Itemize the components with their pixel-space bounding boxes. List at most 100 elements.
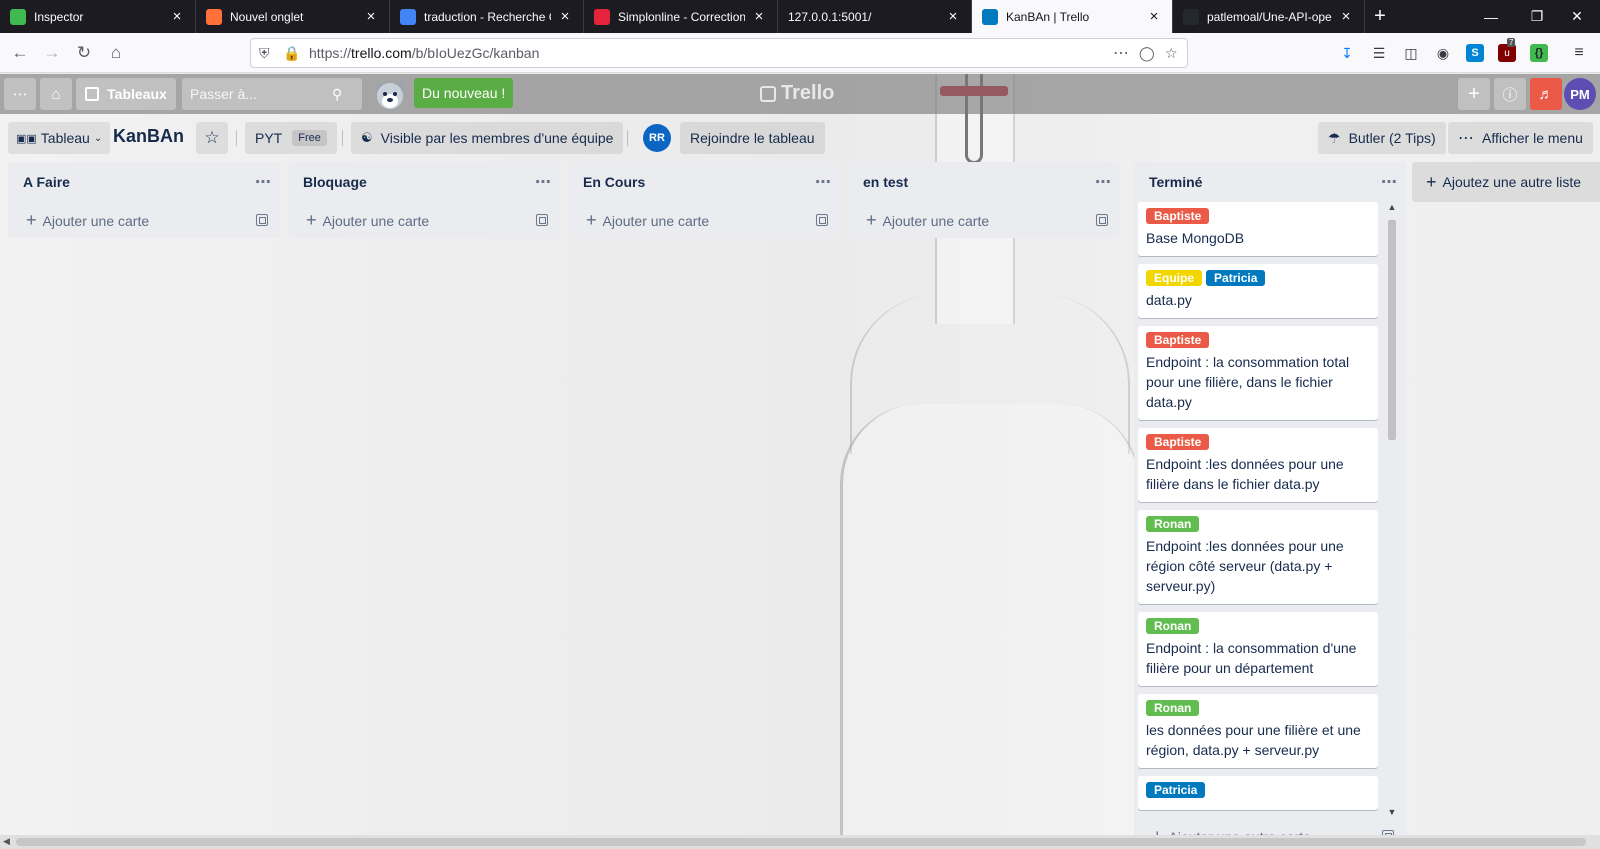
lock-icon[interactable]: 🔒 — [283, 45, 300, 62]
list-bloquage[interactable]: Bloquage ⋯ + Ajouter une carte — [288, 162, 560, 238]
card[interactable]: Equipe Patricia data.py — [1138, 264, 1378, 318]
browser-tab[interactable]: KanBAn | Trello × — [972, 0, 1173, 33]
card[interactable]: Ronan Endpoint : la consommation d'une fi… — [1138, 612, 1378, 686]
tab-close-icon[interactable]: × — [169, 8, 185, 25]
browser-tab[interactable]: Nouvel onglet × — [196, 0, 390, 33]
list-header[interactable]: Terminé ⋯ — [1134, 162, 1406, 202]
home-icon[interactable]: ⌂ — [40, 78, 72, 110]
minimize-icon[interactable]: — — [1468, 0, 1514, 33]
trello-logo[interactable]: Trello — [760, 82, 834, 105]
boards-button[interactable]: Tableaux — [76, 78, 176, 110]
list-title[interactable]: En Cours — [583, 174, 645, 190]
list-title[interactable]: Bloquage — [303, 174, 367, 190]
list-termine[interactable]: Terminé ⋯ Baptiste Base MongoDB Equipe Patr… — [1134, 162, 1406, 849]
list-en-cours[interactable]: En Cours ⋯ + Ajouter une carte — [568, 162, 840, 238]
team-button[interactable]: PYT Free — [245, 122, 337, 154]
new-tab-icon[interactable]: + — [1365, 0, 1395, 33]
card-template-icon[interactable] — [536, 214, 548, 226]
list-title[interactable]: en test — [863, 174, 908, 190]
list-a-faire[interactable]: A Faire ⋯ + Ajouter une carte — [8, 162, 280, 238]
notifications-bell-icon[interactable]: ♬ — [1530, 78, 1562, 110]
search-box[interactable]: ⚲ — [182, 78, 362, 110]
search-input[interactable] — [182, 86, 332, 102]
tab-close-icon[interactable]: × — [751, 8, 767, 25]
card[interactable]: Ronan Endpoint :les données pour une régi… — [1138, 510, 1378, 604]
url-bar[interactable]: ⛨ 🔒 https://trello.com/b/bIoUezGc/kanban… — [250, 38, 1188, 68]
list-menu-icon[interactable]: ⋯ — [1095, 172, 1112, 192]
forward-icon[interactable]: → — [38, 39, 66, 67]
scroll-left-icon[interactable]: ◀ — [3, 836, 10, 847]
tab-close-icon[interactable]: × — [1338, 8, 1354, 25]
browser-tab[interactable]: patlemoal/Une-API-openc × — [1173, 0, 1365, 33]
card-label[interactable]: Baptiste — [1146, 332, 1210, 348]
apps-grid-icon[interactable]: ⋯ — [4, 78, 36, 110]
skype-extension-icon[interactable]: S — [1466, 44, 1484, 62]
pocket-icon[interactable]: ◯ — [1139, 45, 1155, 62]
card-label[interactable]: Baptiste — [1146, 208, 1210, 224]
list-header[interactable]: A Faire ⋯ — [8, 162, 280, 202]
card-template-icon[interactable] — [1096, 214, 1108, 226]
browser-tab[interactable]: Simplonline - Correction c × — [584, 0, 778, 33]
card-list-scrollbar[interactable]: ▲ ▼ — [1386, 202, 1398, 817]
bookmark-star-icon[interactable]: ☆ — [1165, 45, 1178, 62]
card-label[interactable]: Ronan — [1146, 618, 1200, 634]
add-card-button[interactable]: + Ajouter une carte — [8, 202, 280, 238]
member-avatar[interactable]: RR — [643, 124, 671, 152]
close-window-icon[interactable]: ✕ — [1554, 0, 1600, 33]
user-avatar[interactable]: PM — [1564, 78, 1596, 110]
scroll-down-icon[interactable]: ▼ — [1386, 807, 1398, 817]
url-text[interactable]: https://trello.com/b/bIoUezGc/kanban — [309, 45, 539, 61]
add-card-button[interactable]: + Ajouter une carte — [288, 202, 560, 238]
create-plus-icon[interactable]: + — [1458, 78, 1490, 110]
back-icon[interactable]: ← — [6, 39, 34, 67]
tab-close-icon[interactable]: × — [557, 8, 573, 25]
card-label[interactable]: Ronan — [1146, 516, 1200, 532]
home-icon[interactable]: ⌂ — [102, 39, 130, 67]
taco-mascot-icon[interactable] — [372, 76, 408, 112]
star-board-icon[interactable]: ☆ — [196, 122, 228, 154]
add-list-button[interactable]: + Ajoutez une autre liste — [1412, 162, 1600, 202]
download-icon[interactable]: ↧ — [1338, 44, 1356, 62]
tracking-shield-icon[interactable]: ⛨ — [259, 45, 270, 62]
ublock-icon[interactable]: u7 — [1498, 38, 1516, 62]
card-label[interactable]: Patricia — [1146, 782, 1206, 798]
visibility-button[interactable]: ☯ Visible par les membres d'une équipe — [351, 122, 624, 154]
list-header[interactable]: en test ⋯ — [848, 162, 1120, 202]
search-icon[interactable]: ⚲ — [332, 86, 342, 103]
card-template-icon[interactable] — [256, 214, 268, 226]
browser-tab[interactable]: Inspector × — [0, 0, 196, 33]
sidebar-icon[interactable]: ◫ — [1402, 44, 1420, 62]
scroll-thumb[interactable] — [1388, 220, 1396, 440]
card-label[interactable]: Baptiste — [1146, 434, 1210, 450]
list-title[interactable]: A Faire — [23, 174, 70, 190]
list-header[interactable]: Bloquage ⋯ — [288, 162, 560, 202]
board-horizontal-scrollbar[interactable]: ◀ — [0, 835, 1600, 849]
add-card-button[interactable]: + Ajouter une carte — [848, 202, 1120, 238]
library-icon[interactable]: ☰ — [1370, 44, 1388, 62]
browser-tab[interactable]: 127.0.0.1:5001/ × — [778, 0, 972, 33]
list-menu-icon[interactable]: ⋯ — [1381, 172, 1398, 192]
browser-tab[interactable]: traduction - Recherche Go × — [390, 0, 584, 33]
list-title[interactable]: Terminé — [1149, 174, 1202, 190]
card-label[interactable]: Ronan — [1146, 700, 1200, 716]
tab-close-icon[interactable]: × — [1146, 8, 1162, 25]
tab-close-icon[interactable]: × — [945, 8, 961, 25]
account-icon[interactable]: ◉ — [1434, 44, 1452, 62]
page-actions-icon[interactable]: ⋯ — [1113, 43, 1129, 63]
list-menu-icon[interactable]: ⋯ — [255, 172, 272, 192]
card-label[interactable]: Equipe — [1146, 270, 1203, 286]
board-view-switcher[interactable]: ▣▣ Tableau ⌄ — [8, 122, 111, 154]
inspector-extension-icon[interactable]: {} — [1530, 44, 1548, 62]
list-en-test[interactable]: en test ⋯ + Ajouter une carte — [848, 162, 1120, 238]
hamburger-menu-icon[interactable]: ≡ — [1570, 44, 1588, 62]
join-board-button[interactable]: Rejoindre le tableau — [680, 122, 825, 154]
show-menu-button[interactable]: ⋯ Afficher le menu — [1448, 122, 1593, 154]
whats-new-button[interactable]: Du nouveau ! — [414, 78, 514, 108]
reload-icon[interactable]: ↻ — [70, 39, 98, 67]
card[interactable]: Baptiste Base MongoDB — [1138, 202, 1378, 256]
scroll-up-icon[interactable]: ▲ — [1386, 202, 1398, 212]
info-icon[interactable]: ⓘ — [1494, 78, 1526, 110]
card[interactable]: Baptiste Endpoint :les données pour une f… — [1138, 428, 1378, 502]
card[interactable]: Patricia — [1138, 776, 1378, 810]
add-card-button[interactable]: + Ajouter une carte — [568, 202, 840, 238]
